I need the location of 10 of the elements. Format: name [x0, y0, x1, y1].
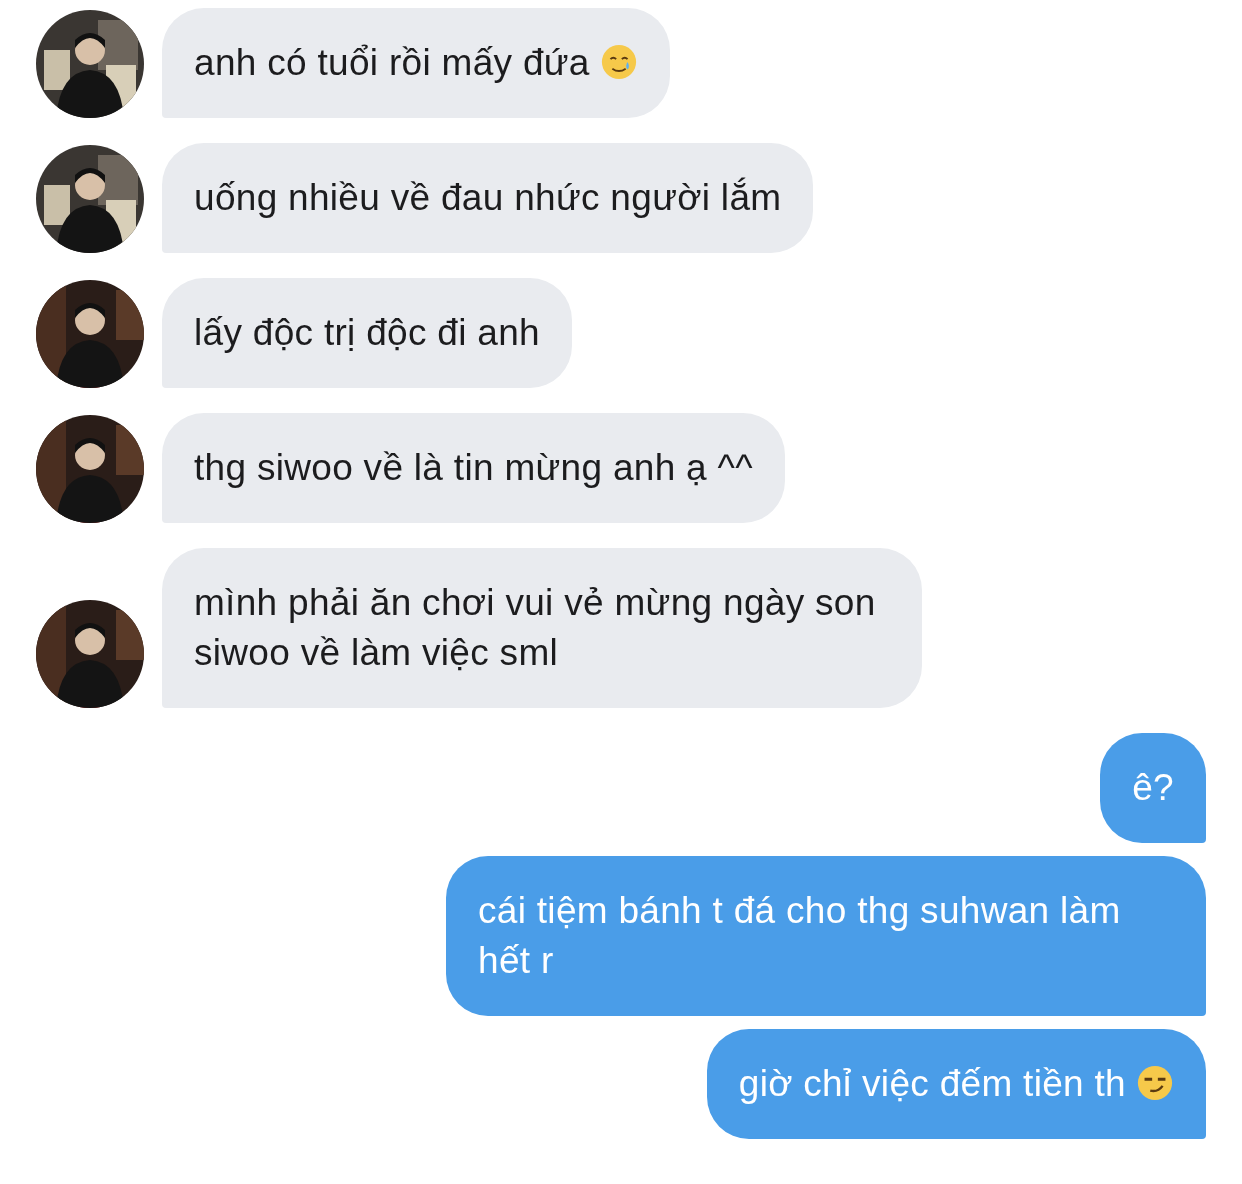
message-bubble: anh có tuổi rồi mấy đứa	[162, 8, 670, 118]
smiling-face-with-tear-icon	[599, 43, 638, 81]
message-bubble: cái tiệm bánh t đá cho thg suhwan làm hết r	[446, 856, 1206, 1016]
message-bubble: giờ chỉ việc đếm tiền th	[706, 1029, 1206, 1139]
message-bubble: mình phải ăn chơi vui vẻ mừng ngày son siwoo về làm việc sml	[162, 548, 922, 708]
smirking-face-icon	[1136, 1064, 1174, 1102]
message-bubble: thg siwoo về là tin mừng anh ạ ^^	[162, 413, 785, 523]
message-bubble: ê?	[1100, 733, 1206, 843]
message-bubble: uống nhiều về đau nhức người lắm	[162, 143, 814, 253]
message-bubble: lấy độc trị độc đi anh	[162, 278, 572, 388]
